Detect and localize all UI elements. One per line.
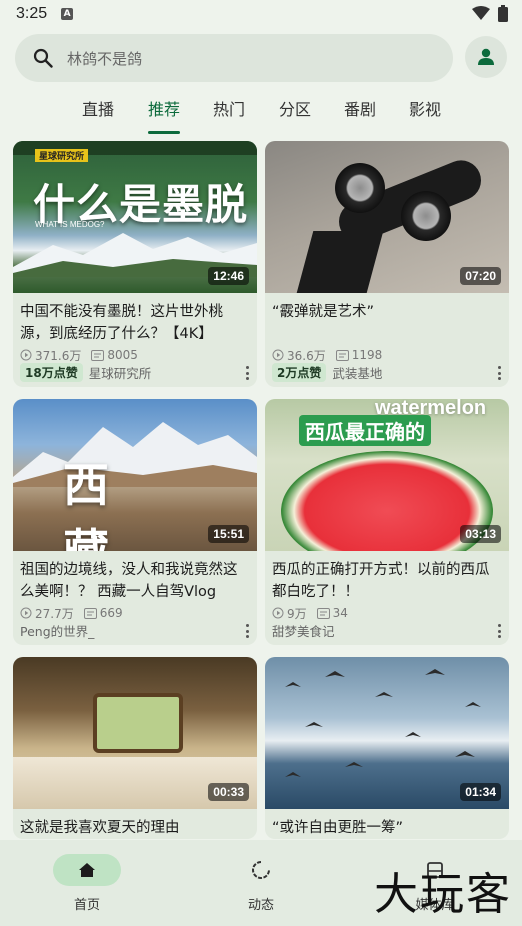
refresh-icon	[252, 861, 270, 879]
view-count: 371.6万	[35, 348, 82, 363]
status-time: 3:25	[16, 5, 48, 22]
video-footer: 18万点赞 星球研究所	[13, 362, 257, 387]
shell-right	[401, 191, 451, 241]
danmaku-icon	[335, 349, 349, 361]
more-options-icon[interactable]	[245, 624, 249, 638]
category-tabs: 直播 推荐 热门 分区 番剧 影视	[0, 96, 522, 136]
author-name[interactable]: 甜梦美食记	[272, 621, 335, 640]
video-title: 中国不能没有墨脱！这片世外桃源，到底经历了什么？【4K】	[20, 304, 223, 342]
video-thumbnail[interactable]: 星球研究所 什么是墨脱 WHAT IS MEDOG? 12:46	[13, 141, 257, 293]
video-stats: 27.7万 669	[13, 603, 257, 621]
video-thumbnail[interactable]: 01:34	[265, 657, 509, 809]
video-title: 祖国的边境线，没人和我说竟然这么美啊！？ 西藏一人自驾Vlog	[20, 562, 238, 600]
tab-anime[interactable]: 番剧	[344, 96, 376, 132]
video-thumbnail[interactable]: watermelon 西瓜最正确的 03:13	[265, 399, 509, 551]
more-options-icon[interactable]	[497, 366, 501, 380]
video-duration: 03:13	[460, 525, 501, 543]
channel-logo: 星球研究所	[35, 149, 89, 162]
more-options-icon[interactable]	[497, 624, 501, 638]
search-input[interactable]: 林鸽不是鸽	[15, 34, 453, 82]
search-placeholder: 林鸽不是鸽	[67, 49, 143, 68]
video-footer: 甜梦美食记	[265, 621, 509, 645]
video-stats: 371.6万 8005	[13, 345, 257, 363]
thumbnail-headline: 西瓜最正确的	[299, 415, 431, 446]
video-duration: 00:33	[208, 783, 249, 801]
tab-hot[interactable]: 热门	[213, 96, 245, 132]
tab-movies[interactable]: 影视	[409, 96, 441, 132]
likes-badge: 2万点赞	[272, 362, 327, 382]
shotgun-grip	[296, 231, 384, 293]
video-title: “或许自由更胜一筹”	[272, 820, 404, 836]
nav-dynamics-pill	[227, 854, 295, 886]
video-thumbnail[interactable]: 07:20	[265, 141, 509, 293]
view-count: 27.7万	[35, 606, 74, 621]
play-count-icon	[272, 349, 284, 361]
video-title: “霰弹就是艺术”	[272, 304, 375, 320]
shell-left	[335, 163, 385, 213]
video-card[interactable]: 01:34 “或许自由更胜一筹”	[265, 657, 509, 839]
search-icon	[33, 48, 53, 68]
tab-live[interactable]: 直播	[82, 96, 114, 132]
play-count-icon	[20, 607, 32, 619]
status-bar: 3:25 A	[0, 0, 522, 28]
author-name[interactable]: 星球研究所	[89, 363, 152, 382]
likes-badge: 18万点赞	[20, 362, 83, 382]
play-count-icon	[272, 607, 284, 619]
watermark-logo: 大玩客	[374, 869, 512, 920]
battery-icon	[498, 5, 508, 22]
video-duration: 01:34	[460, 783, 501, 801]
view-count: 9万	[287, 606, 307, 621]
play-count-icon	[20, 349, 32, 361]
danmaku-icon	[316, 607, 330, 619]
author-name[interactable]: Peng的世界_	[20, 621, 94, 640]
nav-home-label: 首页	[73, 898, 100, 913]
video-thumbnail[interactable]: 00:33	[13, 657, 257, 809]
video-title: 这就是我喜欢夏天的理由	[20, 820, 180, 836]
video-card[interactable]: 00:33 这就是我喜欢夏天的理由	[13, 657, 257, 839]
video-card[interactable]: 07:20 “霰弹就是艺术” 36.6万 1198 2万点赞 武装基地	[265, 141, 509, 387]
video-duration: 12:46	[208, 267, 249, 285]
home-icon	[79, 863, 95, 877]
search-row: 林鸽不是鸽	[15, 34, 507, 82]
video-thumbnail[interactable]: 西 藏 15:51	[13, 399, 257, 551]
danmaku-count: 34	[332, 606, 348, 620]
video-card[interactable]: watermelon 西瓜最正确的 03:13 西瓜的正确打开方式！以前的西瓜都…	[265, 399, 509, 645]
video-title: 西瓜的正确打开方式！以前的西瓜都白吃了！！	[272, 562, 490, 600]
profile-button[interactable]	[465, 36, 507, 78]
tab-recommended[interactable]: 推荐	[148, 96, 181, 134]
video-card[interactable]: 星球研究所 什么是墨脱 WHAT IS MEDOG? 12:46 中国不能没有墨…	[13, 141, 257, 387]
notification-app-icon: A	[61, 8, 74, 20]
danmaku-count: 669	[99, 606, 123, 620]
video-footer: Peng的世界_	[13, 621, 257, 645]
nav-dynamics[interactable]: 动态	[201, 854, 321, 913]
wifi-icon	[472, 6, 490, 20]
nav-dynamics-label: 动态	[247, 898, 274, 913]
video-card[interactable]: 西 藏 15:51 祖国的边境线，没人和我说竟然这么美啊！？ 西藏一人自驾Vlo…	[13, 399, 257, 645]
nav-home-pill	[53, 854, 121, 886]
video-stats: 9万 34	[265, 603, 509, 621]
video-footer: 2万点赞 武装基地	[265, 362, 509, 387]
danmaku-icon	[91, 349, 105, 361]
view-count: 36.6万	[287, 348, 326, 363]
more-options-icon[interactable]	[245, 366, 249, 380]
video-stats: 36.6万 1198	[265, 345, 509, 363]
nav-home[interactable]: 首页	[27, 854, 147, 913]
video-duration: 07:20	[460, 267, 501, 285]
person-icon	[478, 48, 494, 65]
video-duration: 15:51	[208, 525, 249, 543]
danmaku-icon	[83, 607, 97, 619]
danmaku-count: 1198	[351, 348, 383, 362]
danmaku-count: 8005	[107, 348, 138, 362]
author-name[interactable]: 武装基地	[332, 363, 382, 382]
window-view	[93, 693, 183, 753]
tab-categories[interactable]: 分区	[279, 96, 311, 132]
